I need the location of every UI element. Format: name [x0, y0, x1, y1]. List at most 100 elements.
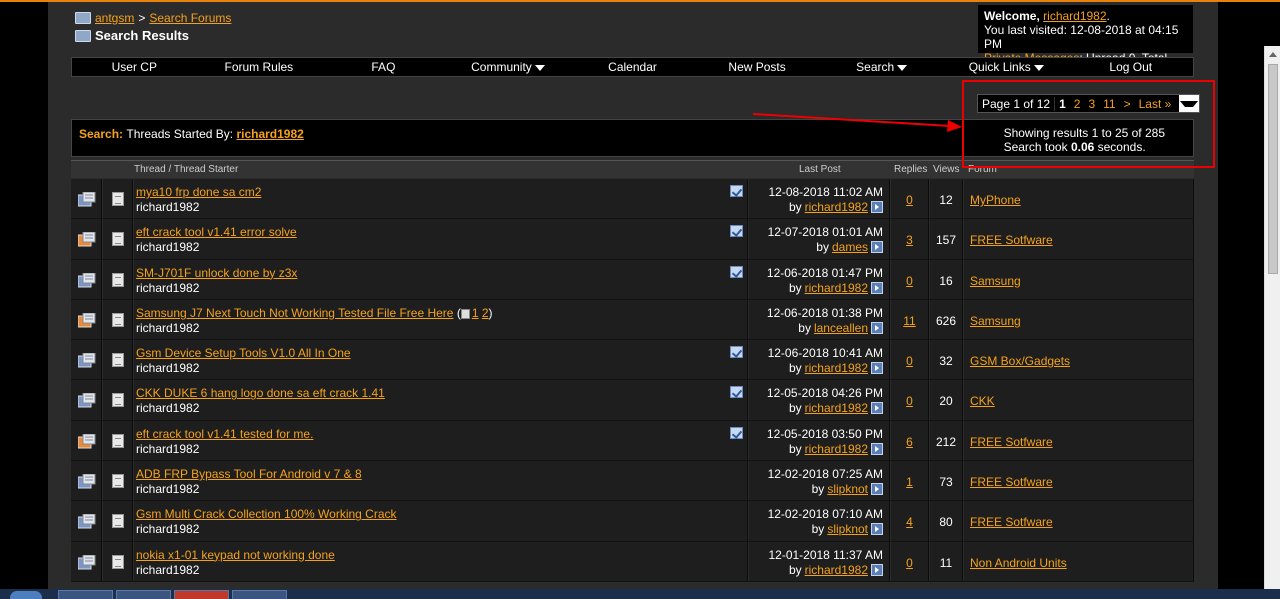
replies-count-link[interactable]: 1 [906, 475, 913, 489]
forum-link[interactable]: FREE Sotfware [970, 515, 1053, 529]
search-query-user-link[interactable]: richard1982 [236, 127, 303, 141]
last-post-by: by richard1982 [789, 281, 883, 295]
nav-search-label: Search [856, 60, 895, 74]
scroll-thumb[interactable] [1268, 64, 1278, 274]
nav-forum-rules[interactable]: Forum Rules [197, 60, 322, 74]
thread-title-link[interactable]: Gsm Multi Crack Collection 100% Working … [136, 507, 397, 521]
nav-search-menu[interactable]: Search [819, 60, 944, 74]
breadcrumb-section-link[interactable]: Search Forums [149, 11, 231, 25]
document-icon [112, 474, 124, 489]
thread-page-link[interactable]: 2 [482, 306, 489, 320]
nav-faq[interactable]: FAQ [321, 60, 446, 74]
thread-starter: richard1982 [136, 320, 200, 335]
go-to-last-post-icon[interactable] [871, 362, 883, 375]
thread-title-link[interactable]: CKK DUKE 6 hang logo done sa eft crack 1… [136, 386, 385, 400]
last-poster-link[interactable]: richard1982 [805, 281, 868, 295]
go-to-last-post-icon[interactable] [871, 281, 883, 294]
forum-link[interactable]: Samsung [970, 274, 1021, 288]
page-scrollbar[interactable] [1264, 46, 1280, 599]
thread-title-link[interactable]: nokia x1-01 keypad not working done [136, 548, 335, 562]
nav-community-menu[interactable]: Community [446, 60, 571, 74]
nav-quick-links-label: Quick Links [968, 60, 1031, 74]
last-post-by: by richard1982 [789, 200, 883, 214]
replies-count-link[interactable]: 0 [906, 394, 913, 408]
thread-title-link[interactable]: Gsm Device Setup Tools V1.0 All In One [136, 346, 351, 360]
taskbar-app-button[interactable] [174, 590, 229, 599]
thread-page-link[interactable]: 1 [472, 306, 479, 320]
checkmark-icon [730, 386, 743, 399]
go-to-last-post-icon[interactable] [871, 201, 883, 213]
last-post-by: by lanceallen [798, 321, 883, 335]
last-poster-link[interactable]: slipknot [827, 482, 868, 496]
forum-link[interactable]: Samsung [970, 314, 1021, 328]
checkmark-icon [730, 426, 743, 439]
forum-link[interactable]: MyPhone [970, 193, 1021, 207]
forum-link[interactable]: Non Android Units [970, 556, 1067, 570]
replies-count-link[interactable]: 0 [906, 193, 913, 207]
replies-count-link[interactable]: 4 [906, 515, 913, 529]
nav-user-cp[interactable]: User CP [72, 60, 197, 74]
nav-calendar[interactable]: Calendar [570, 60, 695, 74]
header-views[interactable]: Views [933, 164, 960, 175]
forum-link[interactable]: CKK [970, 394, 995, 408]
last-post-date: 12-05-2018 03:50 PM [766, 426, 883, 441]
replies-count-link[interactable]: 3 [906, 233, 913, 247]
table-row: ADB FRP Bypass Tool For Android v 7 & 8r… [71, 461, 1194, 502]
header-replies[interactable]: Replies [894, 164, 927, 175]
replies-cell: 0 [891, 541, 929, 581]
go-to-last-post-icon[interactable] [871, 402, 883, 415]
breadcrumb-site-link[interactable]: antgsm [95, 11, 134, 25]
views-count: 32 [939, 354, 953, 369]
replies-count-link[interactable]: 6 [906, 435, 913, 449]
forum-cell: FREE Sotfware [964, 461, 1194, 501]
last-poster-link[interactable]: richard1982 [805, 442, 868, 456]
taskbar-app-button[interactable] [116, 590, 171, 599]
go-to-last-post-icon[interactable] [871, 241, 883, 254]
forum-link[interactable]: FREE Sotfware [970, 475, 1053, 489]
go-to-last-post-icon[interactable] [871, 563, 883, 576]
last-poster-link[interactable]: richard1982 [805, 563, 868, 577]
thread-title-wrap: Gsm Device Setup Tools V1.0 All In One [136, 346, 351, 360]
nav-quick-links-menu[interactable]: Quick Links [944, 60, 1069, 74]
go-to-last-post-icon[interactable] [871, 442, 883, 455]
views-count: 73 [939, 475, 953, 490]
views-cell: 12 [930, 179, 963, 219]
last-poster-link[interactable]: richard1982 [805, 401, 868, 415]
thread-title-link[interactable]: SM-J701F unlock done by z3x [136, 266, 297, 280]
last-poster-link[interactable]: slipknot [827, 522, 868, 536]
go-to-last-post-icon[interactable] [871, 483, 883, 496]
replies-count-link[interactable]: 11 [903, 314, 915, 328]
start-button[interactable] [10, 591, 42, 599]
thread-title-link[interactable]: eft crack tool v1.41 tested for me. [136, 427, 313, 441]
last-poster-link[interactable]: dames [832, 240, 868, 254]
scroll-up-button[interactable] [1265, 46, 1280, 62]
go-to-last-post-icon[interactable] [871, 523, 883, 536]
thread-status-icon [78, 474, 96, 489]
header-thread[interactable]: Thread / Thread Starter [134, 164, 238, 175]
nav-new-posts[interactable]: New Posts [695, 60, 820, 74]
forum-link[interactable]: FREE Sotfware [970, 435, 1053, 449]
welcome-username-link[interactable]: richard1982 [1043, 9, 1106, 23]
taskbar-app-button[interactable] [232, 590, 287, 599]
thread-title-link[interactable]: ADB FRP Bypass Tool For Android v 7 & 8 [136, 467, 362, 481]
thread-title-link[interactable]: Samsung J7 Next Touch Not Working Tested… [136, 306, 453, 320]
taskbar-app-button[interactable] [58, 590, 113, 599]
header-last-post[interactable]: Last Post [799, 164, 841, 175]
last-poster-link[interactable]: richard1982 [805, 361, 868, 375]
replies-count-link[interactable]: 0 [906, 556, 913, 570]
thread-title-link[interactable]: mya10 frp done sa cm2 [136, 185, 261, 199]
thread-status-icon [78, 554, 96, 570]
breadcrumb-separator: > [138, 11, 146, 25]
replies-count-link[interactable]: 0 [906, 274, 913, 288]
views-cell: 157 [930, 219, 963, 259]
replies-count-link[interactable]: 0 [906, 354, 913, 368]
last-poster-link[interactable]: richard1982 [805, 200, 868, 214]
go-to-last-post-icon[interactable] [871, 321, 883, 334]
post-icon-cell [103, 420, 133, 461]
last-poster-link[interactable]: lanceallen [814, 321, 868, 335]
last-post-by: by richard1982 [789, 361, 883, 375]
forum-link[interactable]: FREE Sotfware [970, 233, 1053, 247]
forum-link[interactable]: GSM Box/Gadgets [970, 354, 1070, 368]
nav-log-out[interactable]: Log Out [1069, 60, 1194, 74]
thread-title-link[interactable]: eft crack tool v1.41 error solve [136, 225, 297, 239]
